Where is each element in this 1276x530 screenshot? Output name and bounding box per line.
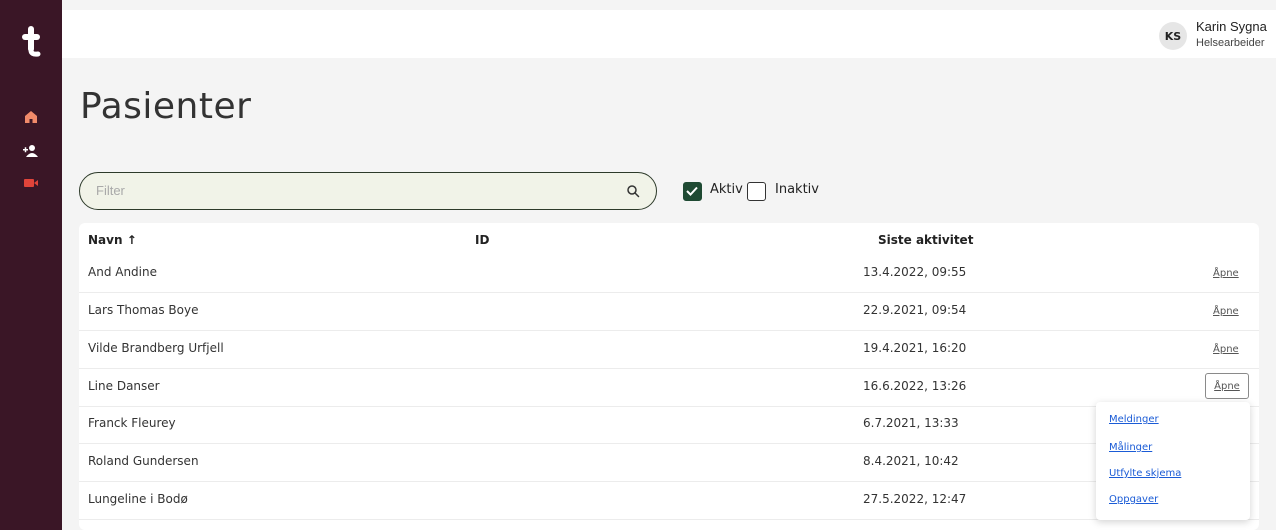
page-title: Pasienter	[80, 86, 252, 127]
last-activity: 27.5.2022, 12:47	[863, 492, 967, 506]
table-row[interactable]: Roland Gundersen 8.4.2021, 10:42	[79, 443, 1259, 481]
search-icon[interactable]	[626, 184, 640, 198]
table-row[interactable]: Franck Fleurey 6.7.2021, 13:33	[79, 405, 1259, 443]
last-activity: 8.4.2021, 10:42	[863, 454, 959, 468]
last-activity: 19.4.2021, 16:20	[863, 341, 967, 355]
patient-name: Line Danser	[88, 379, 160, 393]
search-placeholder: Filter	[96, 183, 125, 198]
table-row[interactable]: Vilde Brandberg Urfjell 19.4.2021, 16:20…	[79, 330, 1259, 368]
patient-name: Lungeline i Bodø	[88, 492, 188, 506]
table-row[interactable]: And Andine 13.4.2022, 09:55 Åpne	[79, 254, 1259, 292]
top-bar	[62, 10, 1276, 58]
checkmark-icon	[686, 186, 698, 196]
patient-name: Vilde Brandberg Urfjell	[88, 341, 224, 355]
row-divider	[79, 519, 1259, 520]
patient-name: And Andine	[88, 265, 157, 279]
last-activity: 6.7.2021, 13:33	[863, 416, 959, 430]
column-header-activity[interactable]: Siste aktivitet	[878, 233, 973, 247]
table-row[interactable]: Lars Thomas Boye 22.9.2021, 09:54 Åpne	[79, 292, 1259, 330]
active-label: Aktiv	[710, 182, 743, 197]
open-button[interactable]: Åpne	[1213, 344, 1239, 355]
search-input[interactable]: Filter	[79, 172, 657, 210]
patient-name: Franck Fleurey	[88, 416, 176, 430]
column-header-name[interactable]: Navn ↑	[88, 233, 137, 247]
active-checkbox[interactable]	[683, 182, 702, 201]
table-row[interactable]: Lungeline i Bodø 27.5.2022, 12:47	[79, 481, 1259, 519]
open-button[interactable]: Åpne	[1213, 306, 1239, 317]
menu-item-measurements[interactable]: Målinger	[1109, 442, 1152, 453]
menu-item-messages[interactable]: Meldinger	[1109, 414, 1159, 425]
open-dropdown-menu: Meldinger Målinger Utfylte skjema Oppgav…	[1096, 402, 1250, 520]
patients-icon[interactable]	[20, 140, 42, 162]
home-icon[interactable]	[20, 106, 42, 128]
column-header-id[interactable]: ID	[475, 233, 489, 247]
video-icon[interactable]	[20, 172, 42, 194]
last-activity: 22.9.2021, 09:54	[863, 303, 967, 317]
user-name: Karin Sygna	[1196, 19, 1267, 34]
avatar[interactable]: KS	[1159, 22, 1187, 50]
menu-item-forms[interactable]: Utfylte skjema	[1109, 468, 1181, 479]
open-button[interactable]: Åpne	[1213, 268, 1239, 279]
last-activity: 13.4.2022, 09:55	[863, 265, 967, 279]
open-button-focused[interactable]: Åpne	[1205, 373, 1249, 399]
menu-item-tasks[interactable]: Oppgaver	[1109, 494, 1158, 505]
patient-name: Roland Gundersen	[88, 454, 199, 468]
patient-name: Lars Thomas Boye	[88, 303, 199, 317]
sidebar	[0, 0, 62, 530]
treat-logo[interactable]	[20, 22, 42, 58]
inactive-checkbox[interactable]	[747, 182, 766, 201]
user-role: Helsearbeider	[1196, 37, 1265, 49]
inactive-label: Inaktiv	[775, 182, 819, 197]
last-activity: 16.6.2022, 13:26	[863, 379, 967, 393]
table-row[interactable]: Line Danser 16.6.2022, 13:26 Åpne	[79, 368, 1259, 406]
